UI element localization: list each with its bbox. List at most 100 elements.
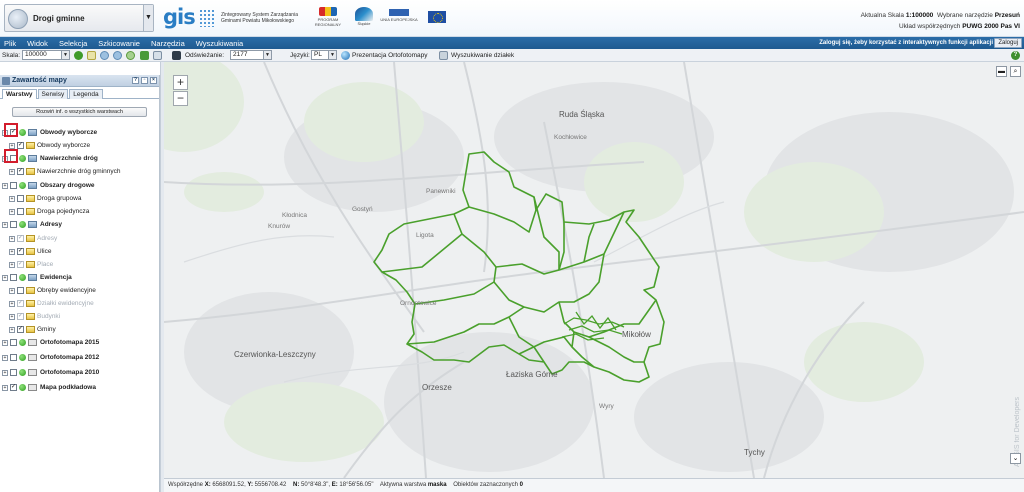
zoom-out-icon[interactable] [113, 51, 122, 60]
layer-checkbox[interactable] [10, 354, 17, 361]
tab-serwisy[interactable]: Serwisy [37, 89, 69, 99]
expand-icon[interactable]: + [2, 183, 8, 189]
expand-icon[interactable]: + [9, 288, 15, 294]
next-extent-icon[interactable] [140, 51, 149, 60]
panel-restore-icon[interactable]: ▫ [141, 77, 148, 84]
panel-close-icon[interactable]: × [150, 77, 157, 84]
layer-select[interactable]: Drogi gminne ▼ [4, 4, 154, 32]
login-button[interactable]: Zaloguj [994, 38, 1022, 48]
refresh-select[interactable]: 2177 ▼ [230, 50, 272, 60]
parcel-search-icon[interactable] [439, 51, 448, 60]
layer-checkbox[interactable] [17, 195, 24, 202]
layer-checkbox[interactable]: ✓ [17, 142, 24, 149]
tab-legenda[interactable]: Legenda [69, 89, 103, 99]
map-canvas[interactable] [164, 62, 1024, 478]
menu-szkicowanie[interactable]: Szkicowanie [94, 37, 147, 49]
selected-count-value: 0 [519, 482, 523, 488]
chevron-down-icon[interactable]: ▼ [143, 5, 153, 31]
zoom-out-button[interactable]: − [173, 91, 188, 106]
layers-icon [2, 77, 10, 85]
expand-icon[interactable]: + [9, 236, 15, 242]
region-logo: Śląskie [353, 7, 375, 31]
layer-group-icon [28, 339, 37, 346]
expand-icon[interactable]: + [2, 355, 8, 361]
menu-plik[interactable]: Plik [0, 37, 23, 49]
layer-checkbox[interactable] [17, 208, 24, 215]
expand-icon[interactable]: + [9, 196, 15, 202]
layer-label: Droga grupowa [37, 195, 82, 202]
zoom-in-icon[interactable] [100, 51, 109, 60]
layer-label: Nawierzchnie dróg [40, 155, 98, 162]
map-view[interactable]: Ruda Śląska Kochłowice Panewniki Kłodnica Li… [164, 62, 1024, 478]
map-place-label: Ornontowice [400, 300, 437, 307]
layer-checkbox[interactable] [10, 221, 17, 228]
measure-icon[interactable] [172, 51, 181, 60]
pan-icon[interactable] [153, 51, 162, 60]
orto-button[interactable]: Prezentacja Ortofotomapy [352, 51, 428, 60]
menu-widok[interactable]: Widok [23, 37, 55, 49]
layer-label: Obszary drogowe [40, 182, 95, 189]
visibility-dot-icon [19, 221, 26, 228]
layer-checkbox[interactable] [17, 287, 24, 294]
expand-icon[interactable]: + [2, 222, 8, 228]
expand-icon[interactable]: + [2, 385, 8, 391]
toolbar: Skala: 100000 ▼ Odświeżanie: 2177 ▼ Języki… [0, 49, 1024, 62]
layer-label: Działki ewidencyjne [37, 300, 94, 307]
layer-checkbox[interactable]: ✓ [17, 168, 24, 175]
expand-icon[interactable]: + [9, 262, 15, 268]
layer-group-icon [28, 182, 37, 189]
layer-group-icon [28, 274, 37, 281]
zoom-box-icon[interactable] [87, 51, 96, 60]
menu-wyszukiwania[interactable]: Wyszukiwania [192, 37, 250, 49]
expand-icon[interactable]: + [9, 169, 15, 175]
expand-all-info-button[interactable]: Rozwiń inf. o wszystkich warstwach [12, 107, 147, 117]
lang-select[interactable]: PL ▼ [311, 50, 337, 60]
zoom-in-button[interactable]: + [173, 75, 188, 90]
layer-checkbox[interactable]: ✓ [17, 248, 24, 255]
expand-icon[interactable]: + [9, 209, 15, 215]
layer-checkbox[interactable]: ✓ [17, 300, 24, 307]
layer-checkbox[interactable]: ✓ [17, 313, 24, 320]
search-icon[interactable]: ⌕ [1010, 66, 1021, 77]
menu-selekcja[interactable]: Selekcja [55, 37, 94, 49]
login-message: Zaloguj się, żeby korzystać z interaktyw… [819, 40, 993, 46]
map-expand-icon[interactable]: ⌄ [1010, 453, 1021, 464]
tab-warstwy[interactable]: Warstwy [2, 89, 37, 99]
expand-icon[interactable]: + [9, 249, 15, 255]
scale-label: Aktualna Skala [860, 12, 905, 19]
expand-icon[interactable]: + [2, 275, 8, 281]
layer-checkbox[interactable]: ✓ [17, 326, 24, 333]
eu-flag-icon [426, 7, 448, 31]
visibility-dot-icon [19, 384, 26, 391]
layer-label: Adresy [40, 221, 63, 228]
menu-narzedzia[interactable]: Narzędzia [147, 37, 192, 49]
comment-icon[interactable]: ▬ [996, 66, 1007, 77]
layer-checkbox[interactable] [10, 274, 17, 281]
help-icon[interactable]: ? [1011, 51, 1020, 60]
layer-checkbox[interactable]: ✓ [17, 235, 24, 242]
layer-checkbox[interactable]: ✓ [17, 261, 24, 268]
scale-value: 1:100000 [905, 12, 934, 19]
layer-label: Nawierzchnie dróg gminnych [37, 168, 121, 175]
expand-icon[interactable]: + [9, 314, 15, 320]
info-icon[interactable] [74, 51, 83, 60]
panel-help-icon[interactable]: ? [132, 77, 139, 84]
expand-icon[interactable]: + [2, 370, 8, 376]
scale-select[interactable]: 100000 ▼ [22, 50, 70, 60]
orto-icon[interactable] [341, 51, 350, 60]
map-place-label: Kochłowice [554, 134, 587, 141]
parcel-search-button[interactable]: Wyszukiwanie działek [451, 51, 514, 60]
expand-icon[interactable]: + [2, 340, 8, 346]
layer-checkbox[interactable] [10, 182, 17, 189]
expand-icon[interactable]: + [9, 327, 15, 333]
layer-checkbox[interactable] [10, 339, 17, 346]
layer-label: Obwody wyborcze [40, 129, 98, 136]
visibility-dot-icon [19, 129, 26, 136]
layer-group-icon [28, 155, 37, 162]
scale-select-label: Skala: [2, 52, 21, 59]
full-extent-icon[interactable] [126, 51, 135, 60]
green-area [184, 172, 264, 212]
expand-icon[interactable]: + [9, 301, 15, 307]
layer-checkbox[interactable] [10, 369, 17, 376]
layer-checkbox[interactable]: ✓ [10, 384, 17, 391]
